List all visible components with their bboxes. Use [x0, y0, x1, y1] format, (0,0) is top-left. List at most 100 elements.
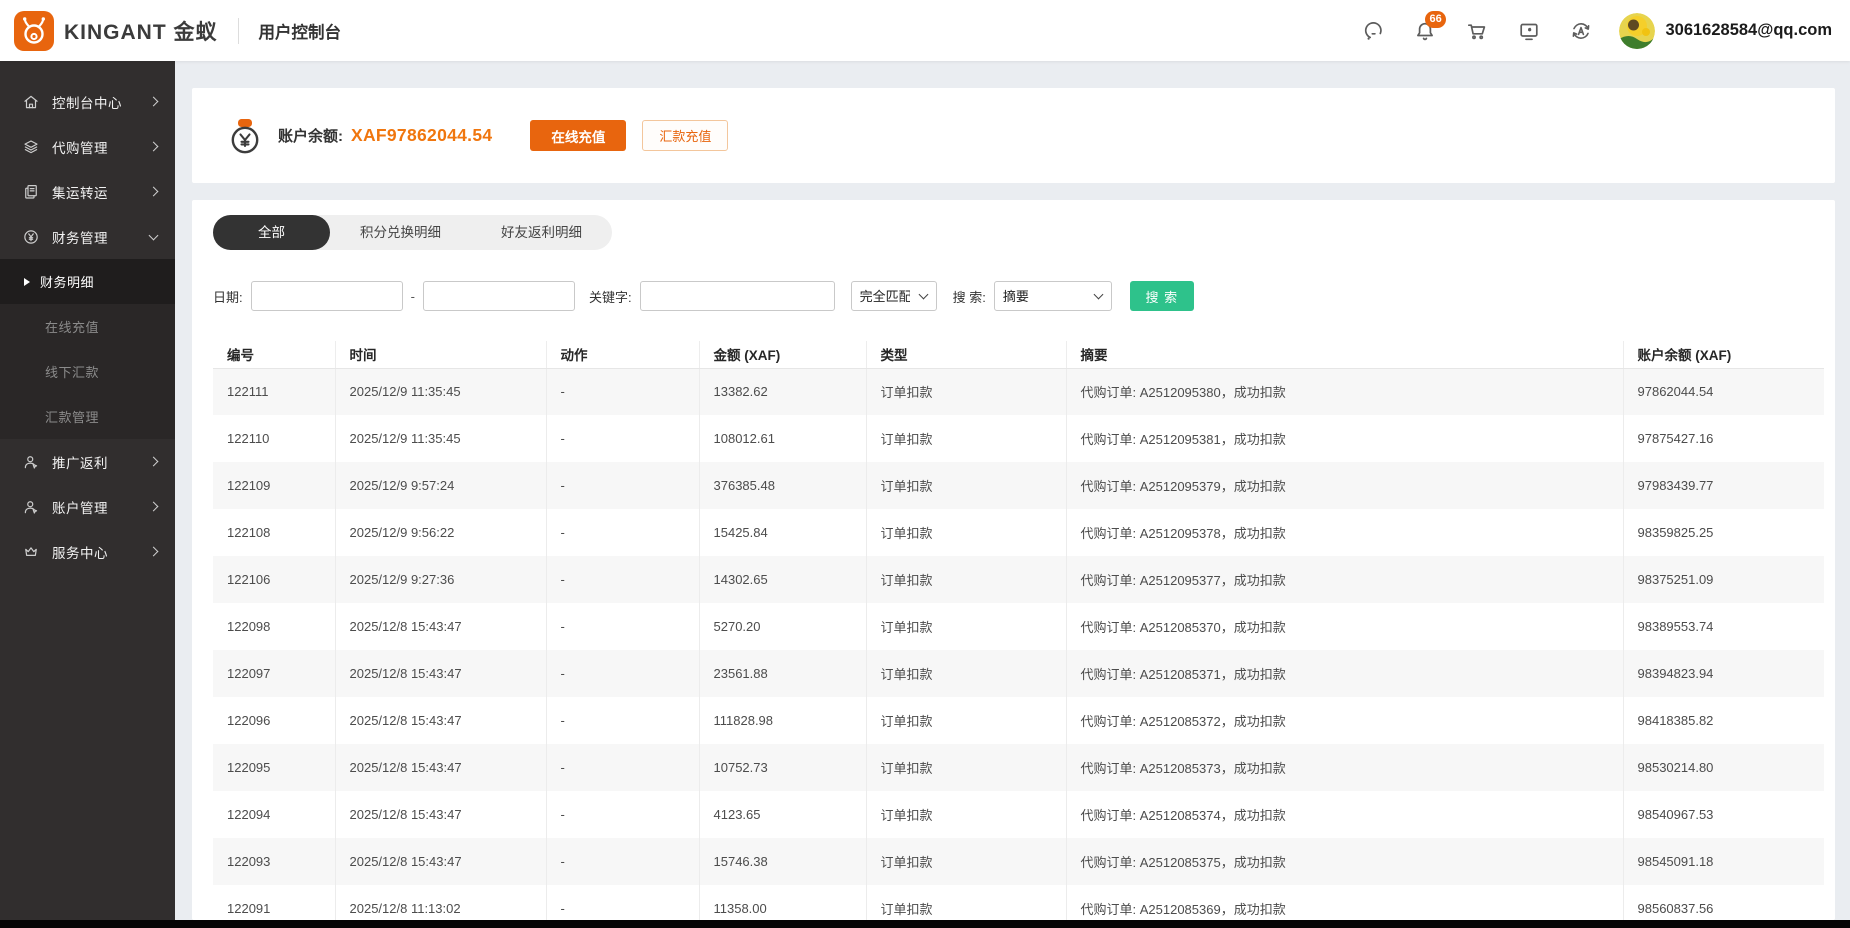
cell-action: -	[546, 462, 699, 509]
cell-balance: 98394823.94	[1623, 650, 1824, 697]
service-headset-icon[interactable]	[1361, 19, 1385, 43]
cell-id: 122110	[213, 415, 335, 462]
table-row: 1220962025/12/8 15:43:47-111828.98订单扣款代购…	[213, 697, 1824, 744]
cell-time: 2025/12/8 15:43:47	[335, 650, 546, 697]
cell-summary: 代购订单: A2512085371，成功扣款	[1066, 650, 1623, 697]
cell-balance: 98359825.25	[1623, 509, 1824, 556]
search-field-select[interactable]: 摘要	[994, 281, 1112, 311]
sidebar-item-consolidation-transfer[interactable]: 集运转运	[0, 169, 175, 214]
keyword-input[interactable]	[640, 281, 835, 311]
chevron-right-icon	[149, 187, 159, 197]
col-header-type: 类型	[866, 341, 1066, 368]
sidebar-item-service-center[interactable]: 服务中心	[0, 529, 175, 574]
cell-summary: 代购订单: A2512095379，成功扣款	[1066, 462, 1623, 509]
table-row: 1220982025/12/8 15:43:47-5270.20订单扣款代购订单…	[213, 603, 1824, 650]
page-title: 用户控制台	[259, 19, 342, 43]
cell-action: -	[546, 838, 699, 885]
online-recharge-button[interactable]: 在线充值	[530, 120, 626, 151]
cell-summary: 代购订单: A2512085370，成功扣款	[1066, 603, 1623, 650]
field-select-wrap: 摘要	[994, 281, 1112, 311]
cell-summary: 代购订单: A2512095381，成功扣款	[1066, 415, 1623, 462]
document-icon	[22, 183, 40, 201]
cell-time: 2025/12/9 9:56:22	[335, 509, 546, 556]
match-mode-select[interactable]: 完全匹配	[851, 281, 937, 311]
date-from-input[interactable]	[251, 281, 403, 311]
chevron-right-icon	[149, 142, 159, 152]
sidebar-item-finance-management[interactable]: 财务管理	[0, 214, 175, 259]
cell-balance: 98540967.53	[1623, 791, 1824, 838]
language-icon[interactable]	[1569, 19, 1593, 43]
brand-name: KINGANT 金蚁	[64, 16, 218, 46]
user-email[interactable]: 3061628584@qq.com	[1665, 21, 1832, 40]
tab-all[interactable]: 全部	[213, 215, 330, 250]
col-header-balance: 账户余额 (XAF)	[1623, 341, 1824, 368]
cell-time: 2025/12/9 9:27:36	[335, 556, 546, 603]
cell-balance: 98530214.80	[1623, 744, 1824, 791]
cell-type: 订单扣款	[866, 838, 1066, 885]
layers-icon	[22, 138, 40, 156]
sidebar-item-console-center[interactable]: 控制台中心	[0, 79, 175, 124]
cell-type: 订单扣款	[866, 509, 1066, 556]
cell-amount: 15425.84	[699, 509, 866, 556]
cell-action: -	[546, 791, 699, 838]
cell-id: 122098	[213, 603, 335, 650]
date-to-input[interactable]	[423, 281, 575, 311]
cell-amount: 376385.48	[699, 462, 866, 509]
crown-icon	[22, 543, 40, 561]
table-body: 1221112025/12/9 11:35:45-13382.62订单扣款代购订…	[213, 368, 1824, 920]
cell-action: -	[546, 885, 699, 920]
home-icon	[22, 93, 40, 111]
user-icon	[22, 498, 40, 516]
table-row: 1220942025/12/8 15:43:47-4123.65订单扣款代购订单…	[213, 791, 1824, 838]
brand-logo-ant-icon[interactable]	[14, 11, 54, 51]
cell-time: 2025/12/8 15:43:47	[335, 791, 546, 838]
bottom-strip	[0, 920, 1850, 928]
cell-balance: 98545091.18	[1623, 838, 1824, 885]
balance-label: 账户余额:	[278, 125, 343, 146]
date-label: 日期:	[213, 287, 243, 306]
sidebar-item-purchase-management[interactable]: 代购管理	[0, 124, 175, 169]
monitor-icon[interactable]	[1517, 19, 1541, 43]
cell-summary: 代购订单: A2512085369，成功扣款	[1066, 885, 1623, 920]
sidebar-subitem-remittance-management[interactable]: 汇款管理	[0, 394, 175, 439]
cell-amount: 10752.73	[699, 744, 866, 791]
cell-balance: 97983439.77	[1623, 462, 1824, 509]
cart-icon[interactable]	[1465, 19, 1489, 43]
cell-type: 订单扣款	[866, 556, 1066, 603]
cell-action: -	[546, 556, 699, 603]
sidebar-subitem-finance-detail[interactable]: 财务明细	[0, 259, 175, 304]
cell-id: 122109	[213, 462, 335, 509]
cell-amount: 5270.20	[699, 603, 866, 650]
record-tabs: 全部 积分兑换明细 好友返利明细	[213, 215, 612, 250]
user-avatar[interactable]	[1619, 13, 1655, 49]
tab-points-exchange-detail[interactable]: 积分兑换明细	[330, 215, 471, 250]
match-select-wrap: 完全匹配	[851, 281, 937, 311]
cell-id: 122108	[213, 509, 335, 556]
col-header-amount: 金额 (XAF)	[699, 341, 866, 368]
cell-summary: 代购订单: A2512095380，成功扣款	[1066, 368, 1623, 415]
cell-summary: 代购订单: A2512095378，成功扣款	[1066, 509, 1623, 556]
table-row: 1220952025/12/8 15:43:47-10752.73订单扣款代购订…	[213, 744, 1824, 791]
cell-id: 122091	[213, 885, 335, 920]
sidebar-item-account-management[interactable]: 账户管理	[0, 484, 175, 529]
tab-friend-rebate-detail[interactable]: 好友返利明细	[471, 215, 612, 250]
sidebar-subitem-online-recharge[interactable]: 在线充值	[0, 304, 175, 349]
cell-action: -	[546, 650, 699, 697]
page: KINGANT 金蚁 用户控制台 66	[0, 0, 1850, 928]
table-row: 1220912025/12/8 11:13:02-11358.00订单扣款代购订…	[213, 885, 1824, 920]
money-bag-icon	[225, 116, 265, 156]
table-row: 1220932025/12/8 15:43:47-15746.38订单扣款代购订…	[213, 838, 1824, 885]
cell-summary: 代购订单: A2512085372，成功扣款	[1066, 697, 1623, 744]
cell-type: 订单扣款	[866, 885, 1066, 920]
remit-recharge-button[interactable]: 汇款充值	[642, 120, 728, 151]
chevron-right-icon	[149, 457, 159, 467]
table-row: 1220972025/12/8 15:43:47-23561.88订单扣款代购订…	[213, 650, 1824, 697]
cell-id: 122093	[213, 838, 335, 885]
sidebar-item-promotion-rebate[interactable]: 推广返利	[0, 439, 175, 484]
sidebar: 控制台中心 代购管理 集运转运	[0, 61, 175, 920]
search-button[interactable]: 搜 索	[1130, 281, 1194, 311]
balance-card: 账户余额: XAF97862044.54 在线充值 汇款充值	[192, 88, 1835, 183]
notifications-bell-icon[interactable]: 66	[1413, 19, 1437, 43]
sidebar-subitem-offline-remittance[interactable]: 线下汇款	[0, 349, 175, 394]
cell-action: -	[546, 415, 699, 462]
